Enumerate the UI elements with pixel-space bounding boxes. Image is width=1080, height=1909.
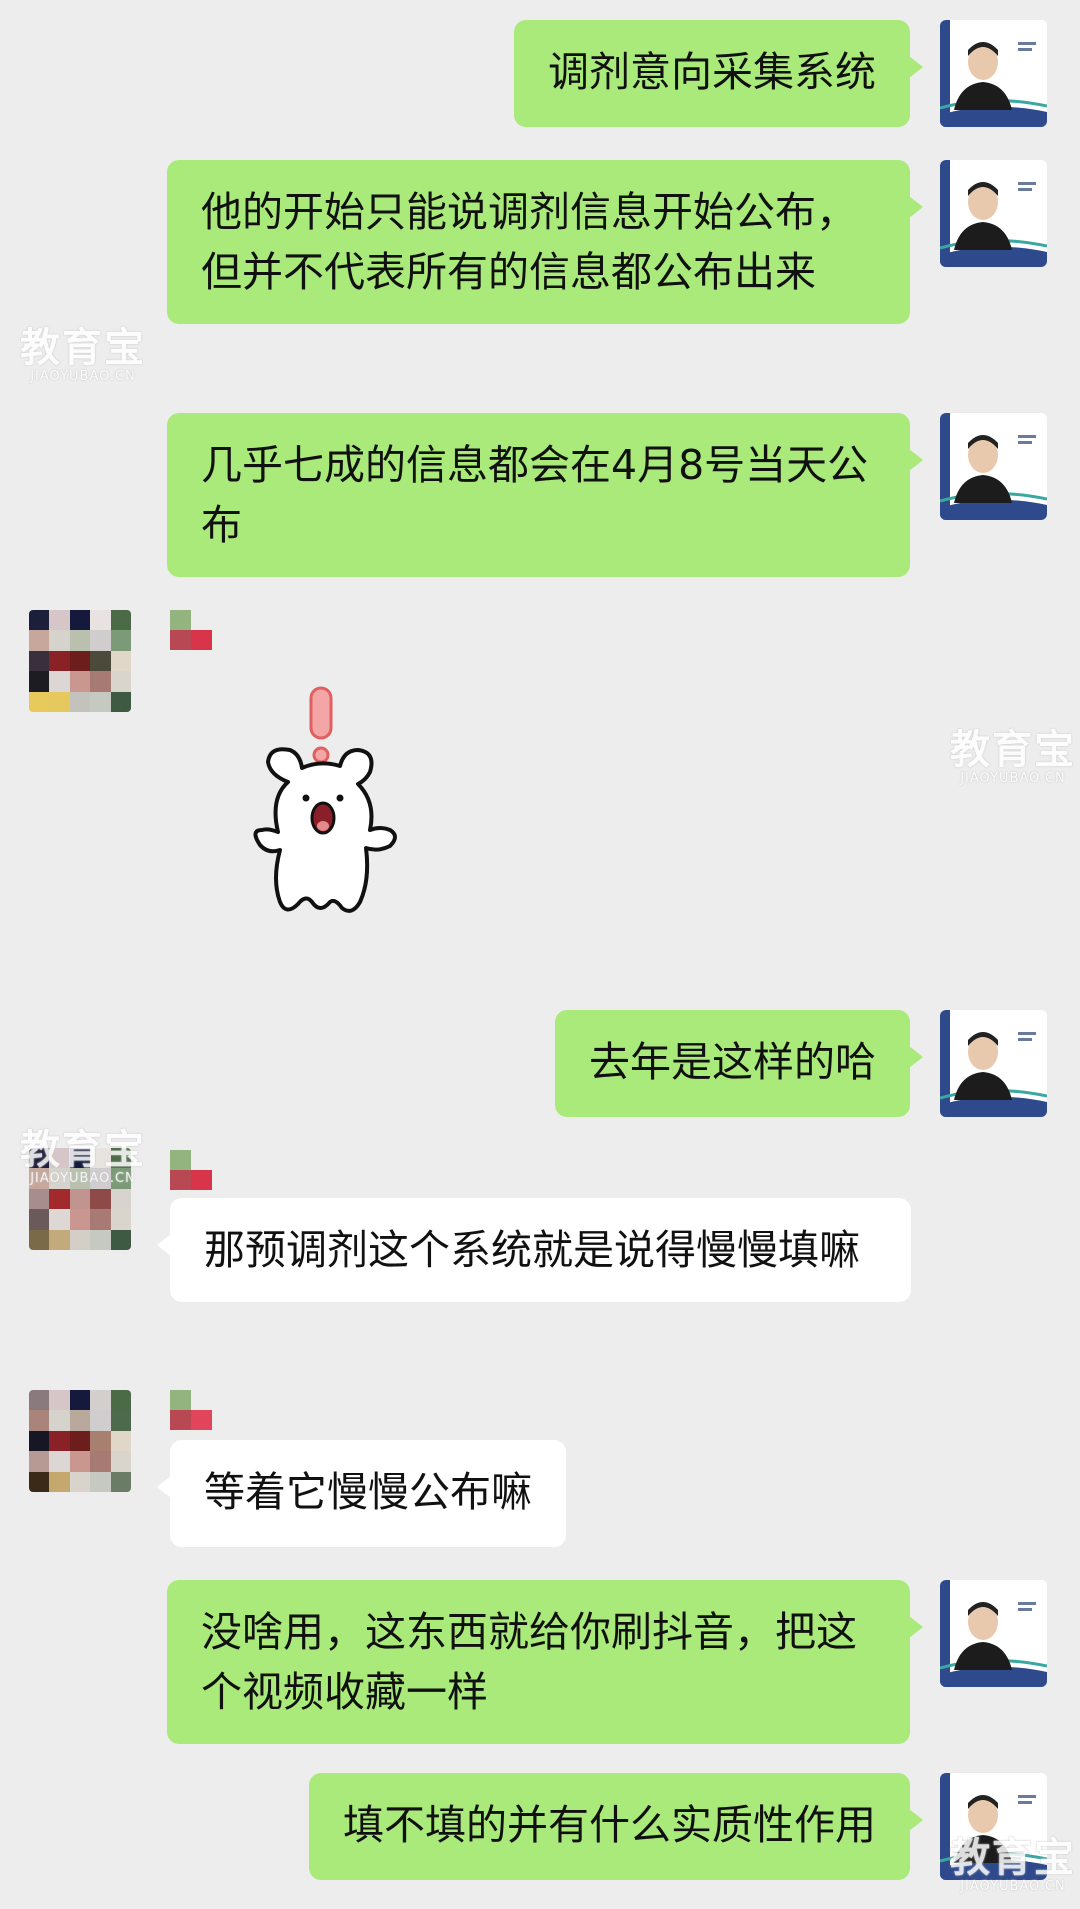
watermark-cn: 教育宝 [950, 727, 1076, 773]
watermark: 教育宝 JIAOYUBAO.CN [950, 728, 1076, 786]
message-text: 没啥用，这东西就给你刷抖音，把这个视频收藏一样 [201, 1608, 857, 1716]
message-text: 等着它慢慢公布嘛 [204, 1468, 532, 1516]
message-text: 几乎七成的信息都会在4月8号当天公布 [201, 441, 869, 549]
watermark-cn: 教育宝 [20, 1127, 146, 1173]
watermark-cn: 教育宝 [20, 325, 146, 371]
watermark-en: JIAOYUBAO.CN [30, 1171, 136, 1186]
message-bubble[interactable]: 几乎七成的信息都会在4月8号当天公布 [167, 413, 923, 577]
watermark: 教育宝 JIAOYUBAO.CN [950, 1836, 1076, 1894]
my-avatar[interactable] [940, 1580, 1047, 1687]
my-avatar[interactable] [940, 20, 1047, 127]
my-avatar[interactable] [940, 160, 1047, 267]
contact-nickname [170, 1390, 212, 1430]
message-bubble[interactable]: 调剂意向采集系统 [514, 20, 923, 127]
watermark-cn: 教育宝 [950, 1835, 1076, 1881]
watermark: 教育宝 JIAOYUBAO.CN [20, 1128, 146, 1186]
my-avatar[interactable] [940, 413, 1047, 520]
contact-avatar[interactable] [29, 1390, 131, 1492]
message-text: 调剂意向采集系统 [548, 48, 876, 96]
message-text: 填不填的并有什么实质性作用 [343, 1801, 876, 1849]
watermark-en: JIAOYUBAO.CN [960, 771, 1066, 786]
contact-avatar[interactable] [29, 610, 131, 712]
message-bubble[interactable]: 没啥用，这东西就给你刷抖音，把这个视频收藏一样 [167, 1580, 923, 1744]
watermark-en: JIAOYUBAO.CN [30, 369, 136, 384]
my-avatar[interactable] [940, 1010, 1047, 1117]
message-bubble[interactable]: 去年是这样的哈 [555, 1010, 923, 1117]
message-bubble[interactable]: 填不填的并有什么实质性作用 [309, 1773, 923, 1880]
watermark: 教育宝 JIAOYUBAO.CN [20, 326, 146, 384]
watermark-en: JIAOYUBAO.CN [960, 1879, 1066, 1894]
message-bubble[interactable]: 等着它慢慢公布嘛 [157, 1440, 566, 1547]
message-bubble[interactable]: 他的开始只能说调剂信息开始公布，但并不代表所有的信息都公布出来 [167, 160, 923, 324]
contact-nickname [170, 610, 212, 650]
message-text: 他的开始只能说调剂信息开始公布，但并不代表所有的信息都公布出来 [201, 188, 857, 296]
surprised-bear-sticker[interactable] [240, 680, 420, 950]
message-text: 那预调剂这个系统就是说得慢慢填嘛 [204, 1226, 860, 1274]
message-bubble[interactable]: 那预调剂这个系统就是说得慢慢填嘛 [157, 1198, 911, 1302]
message-text: 去年是这样的哈 [589, 1038, 876, 1086]
contact-nickname [170, 1150, 212, 1190]
